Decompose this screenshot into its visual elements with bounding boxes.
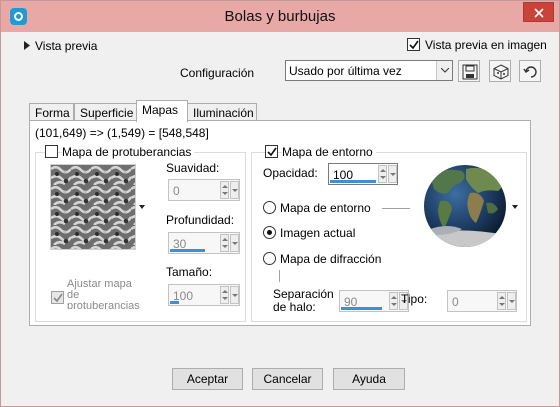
size-level-bar [170, 301, 179, 304]
type-label: Tipo: [401, 292, 428, 306]
depth-dropdown [230, 234, 239, 252]
close-button[interactable] [523, 2, 554, 22]
save-icon [462, 64, 478, 80]
env-map-preview[interactable] [422, 163, 508, 249]
opacity-level-bar [330, 180, 376, 183]
size-stepper [220, 286, 229, 304]
tab-forma[interactable]: Forma [29, 103, 74, 121]
type-spinner: 0 [447, 290, 517, 312]
globe-preview-image [424, 165, 506, 247]
radio-current-image-label: Imagen actual [280, 226, 356, 240]
env-map-dropdown-icon[interactable] [512, 205, 518, 209]
radio-current-image[interactable] [263, 226, 276, 239]
smoothness-value: 0 [173, 184, 180, 198]
type-stepper [497, 292, 506, 310]
divider [279, 270, 280, 282]
opacity-dropdown[interactable] [388, 165, 397, 183]
radio-env-map[interactable] [263, 201, 276, 214]
config-label: Configuración [180, 66, 255, 80]
reset-preset-button[interactable] [519, 60, 541, 82]
env-map-title: Mapa de entorno [282, 145, 376, 159]
expand-triangle-icon [24, 41, 30, 50]
size-label: Tamaño: [166, 265, 213, 279]
checkmark-icon [53, 293, 63, 303]
help-button[interactable]: Ayuda [333, 368, 405, 390]
fit-bump-map-label-line1: Ajustar mapa [67, 279, 132, 290]
depth-level-bar [170, 249, 205, 252]
smoothness-label: Suavidad: [166, 161, 220, 175]
halo-separation-spinner: 90 [339, 290, 409, 312]
smoothness-stepper [220, 181, 229, 199]
halo-separation-stepper [389, 292, 398, 310]
opacity-spinner[interactable]: 100 [328, 163, 398, 185]
tab-superficie[interactable]: Superficie [74, 103, 137, 121]
random-preset-button[interactable] [489, 60, 511, 82]
halo-separation-label: Separación de halo: [273, 288, 334, 314]
tab-iluminacion[interactable]: Iluminación [187, 103, 257, 121]
reset-icon [523, 66, 537, 78]
type-value: 0 [452, 295, 459, 309]
size-spinner: 100 [168, 284, 240, 306]
tab-mapas[interactable]: Mapas [136, 100, 188, 122]
checkmark-icon [409, 40, 419, 50]
size-dropdown [230, 286, 239, 304]
window-title: Bolas y burbujas [224, 8, 336, 25]
depth-stepper [220, 234, 229, 252]
preview-in-image-label: Vista previa en imagen [425, 38, 547, 52]
halo-separation-label-line2: de halo: [273, 300, 316, 314]
dice-icon [493, 64, 509, 80]
bump-map-title: Mapa de protuberancias [62, 145, 195, 159]
close-icon [534, 8, 544, 18]
config-select[interactable]: Usado por última vez [285, 60, 453, 81]
opacity-stepper[interactable] [378, 165, 387, 183]
coords-readout: (101,649) => (1,549) = [548,548] [35, 126, 209, 140]
depth-label: Profundidad: [166, 213, 235, 227]
bump-map-checkbox[interactable] [45, 145, 58, 158]
depth-spinner: 30 [168, 232, 240, 254]
env-map-checkbox[interactable] [265, 145, 278, 158]
ok-button[interactable]: Aceptar [172, 368, 243, 390]
cancel-button[interactable]: Cancelar [252, 368, 323, 390]
smoothness-dropdown [230, 181, 239, 199]
fit-bump-map-checkbox [51, 291, 64, 304]
save-preset-button[interactable] [458, 60, 480, 82]
smoothness-spinner: 0 [168, 179, 240, 201]
dialog-window: Bolas y burbujas Vista previa Vista prev… [0, 0, 560, 407]
fit-bump-map-label: Ajustar mapa de protuberancias [67, 279, 147, 309]
radio-diffraction-map[interactable] [263, 252, 276, 265]
bump-texture-preview[interactable] [50, 164, 136, 250]
radio-env-map-label: Mapa de entorno [280, 201, 371, 215]
preview-toggle-label: Vista previa [35, 39, 98, 53]
type-dropdown [507, 292, 516, 310]
halo-level-bar [341, 307, 382, 310]
chevron-down-icon[interactable] [436, 61, 452, 80]
fit-bump-map-label-line3: protuberancias [67, 300, 140, 310]
divider [382, 208, 410, 209]
config-select-value: Usado por última vez [289, 64, 402, 78]
checkmark-icon [267, 147, 277, 157]
tab-panel-mapas: (101,649) => (1,549) = [548,548] Mapa de… [29, 120, 531, 326]
preview-in-image-checkbox[interactable] [407, 38, 420, 51]
opacity-label: Opacidad: [263, 166, 318, 180]
title-bar[interactable]: Bolas y burbujas [1, 1, 559, 32]
radio-diffraction-map-label: Mapa de difracción [280, 252, 382, 266]
bump-texture-dropdown-icon[interactable] [139, 205, 145, 209]
